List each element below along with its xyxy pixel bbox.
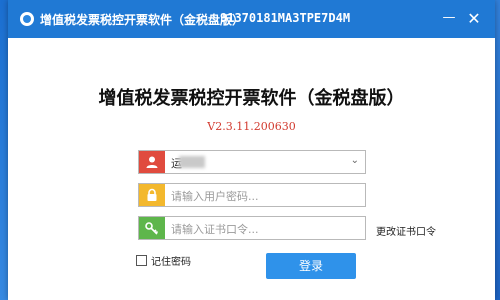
app-icon bbox=[20, 12, 34, 26]
minimize-button[interactable]: — bbox=[440, 10, 458, 28]
remember-label: 记住密码 bbox=[151, 257, 191, 268]
password-placeholder: 请输入用户密码... bbox=[171, 190, 259, 203]
remember-checkbox[interactable] bbox=[136, 255, 147, 266]
taxpayer-id: 91370181MA3TPE7D4M bbox=[220, 11, 351, 25]
user-select[interactable]: 运 ⌄ bbox=[138, 150, 366, 174]
chevron-down-icon[interactable]: ⌄ bbox=[351, 155, 359, 166]
title-bar: 增值税发票税控开票软件（金税盘版） 91370181MA3TPE7D4M — ✕ bbox=[8, 0, 495, 38]
key-icon bbox=[139, 217, 165, 239]
password-field[interactable]: 请输入用户密码... bbox=[138, 183, 366, 207]
change-cert-password-link[interactable]: 更改证书口令 bbox=[376, 223, 436, 238]
redacted-username bbox=[179, 156, 205, 168]
user-icon bbox=[139, 151, 165, 173]
close-button[interactable]: ✕ bbox=[463, 8, 485, 30]
lock-icon bbox=[139, 184, 165, 206]
remember-password[interactable]: 记住密码 bbox=[136, 253, 191, 268]
cert-password-field[interactable]: 请输入证书口令... bbox=[138, 216, 366, 240]
page-title: 增值税发票税控开票软件（金税盘版） bbox=[98, 88, 405, 109]
version-label: V2.3.11.200630 bbox=[207, 120, 296, 133]
login-button[interactable]: 登录 bbox=[266, 253, 356, 279]
login-window: 增值税发票税控开票软件（金税盘版） 91370181MA3TPE7D4M — ✕… bbox=[8, 0, 495, 300]
cert-placeholder: 请输入证书口令... bbox=[171, 223, 259, 236]
window-title: 增值税发票税控开票软件（金税盘版） bbox=[40, 13, 245, 27]
